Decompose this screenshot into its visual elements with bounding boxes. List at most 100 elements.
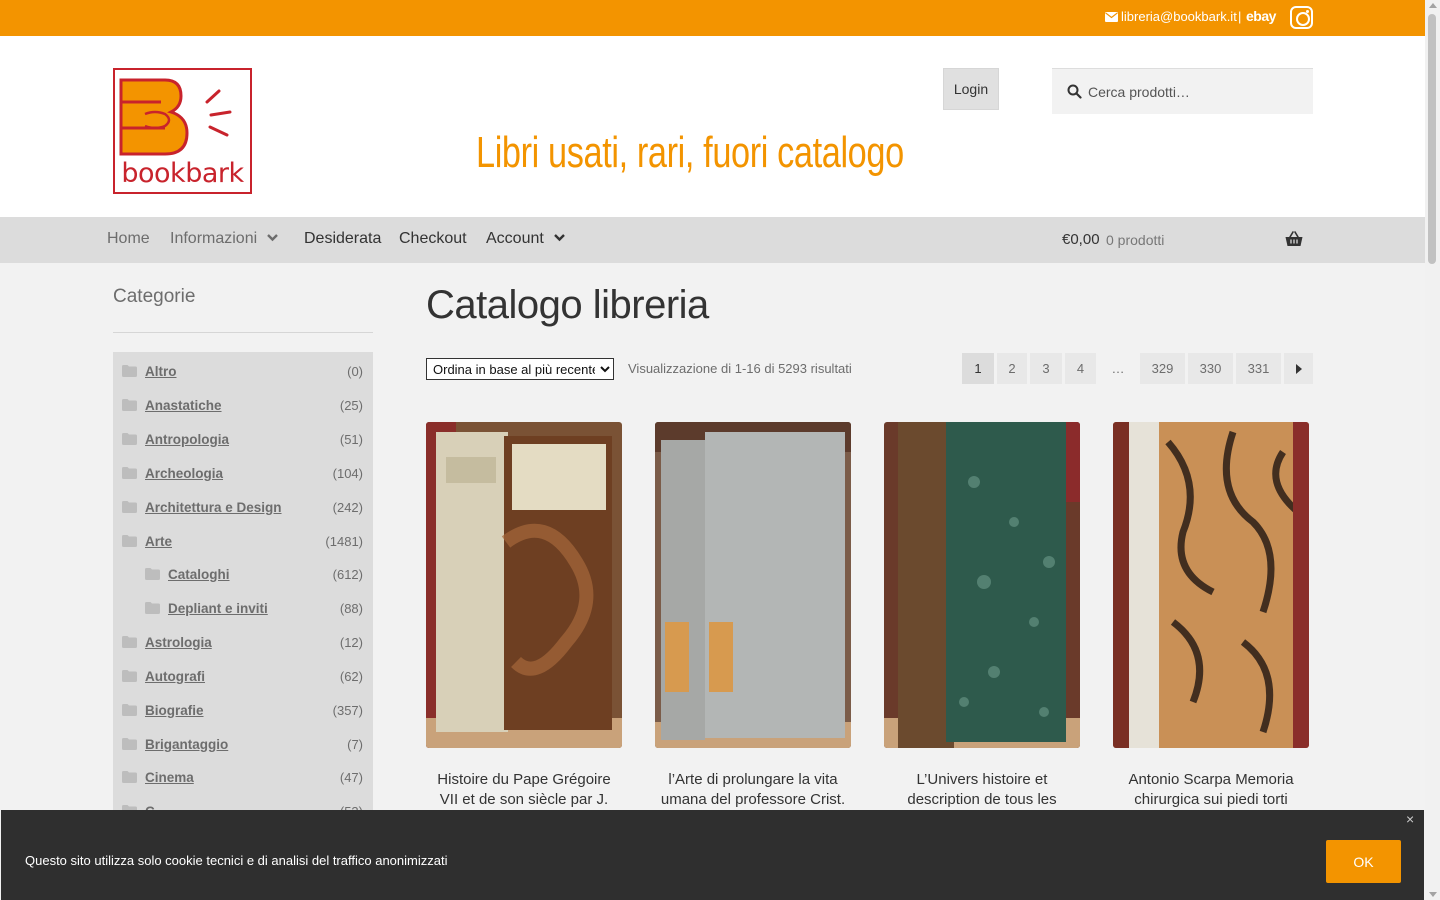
category-item[interactable]: Autografi (62) bbox=[113, 664, 373, 688]
folder-icon bbox=[122, 670, 137, 682]
product-card[interactable]: Histoire du Pape Grégoire VII et de son … bbox=[426, 422, 622, 830]
category-name[interactable]: Archeologia bbox=[145, 466, 223, 481]
product-image[interactable] bbox=[884, 422, 1080, 748]
pagination-ellipsis: … bbox=[1111, 361, 1125, 376]
pagination-page-330[interactable]: 330 bbox=[1188, 353, 1233, 384]
scroll-down-icon[interactable] bbox=[1429, 892, 1437, 897]
category-count: (7) bbox=[347, 736, 363, 752]
category-count: (51) bbox=[339, 431, 363, 447]
scroll-up-icon[interactable] bbox=[1429, 3, 1437, 8]
cart-amount[interactable]: €0,00 bbox=[1062, 231, 1100, 248]
product-image[interactable] bbox=[426, 422, 622, 748]
folder-icon bbox=[122, 535, 137, 547]
category-item[interactable]: Architettura e Design (242) bbox=[113, 495, 373, 519]
category-name[interactable]: Antropologia bbox=[145, 432, 229, 447]
nav-item-informazioni[interactable]: Informazioni bbox=[170, 230, 279, 248]
search-input[interactable] bbox=[1088, 83, 1288, 100]
category-item[interactable]: Biografie (357) bbox=[113, 698, 373, 722]
pagination-page-329[interactable]: 329 bbox=[1140, 353, 1185, 384]
cart-count[interactable]: 0 prodotti bbox=[1106, 232, 1164, 248]
category-count: (62) bbox=[339, 668, 363, 684]
folder-icon bbox=[122, 636, 137, 648]
subcategory-item[interactable]: Depliant e inviti (88) bbox=[113, 596, 373, 620]
category-item[interactable]: Altro (0) bbox=[113, 359, 373, 383]
nav-item-label: Account bbox=[486, 230, 544, 247]
category-item[interactable]: Cinema (47) bbox=[113, 765, 373, 789]
pagination-page-2[interactable]: 2 bbox=[997, 353, 1027, 384]
page-title: Catalogo libreria bbox=[426, 283, 709, 327]
category-count: (25) bbox=[339, 397, 363, 413]
category-name[interactable]: Cataloghi bbox=[168, 567, 230, 582]
category-count: (357) bbox=[332, 702, 363, 718]
pagination-page-4[interactable]: 4 bbox=[1065, 353, 1096, 384]
category-item[interactable]: Arte (1481) bbox=[113, 529, 373, 553]
pagination-page-331[interactable]: 331 bbox=[1236, 353, 1281, 384]
category-name[interactable]: Astrologia bbox=[145, 635, 212, 650]
login-button[interactable]: Login bbox=[943, 68, 999, 110]
product-title[interactable]: Antonio Scarpa Memoria chirurgica sui pi… bbox=[1113, 770, 1309, 810]
folder-icon bbox=[122, 433, 137, 445]
nav-item-desiderata[interactable]: Desiderata bbox=[304, 230, 381, 248]
email-link[interactable]: libreria@bookbark.it bbox=[1105, 9, 1237, 24]
product-image[interactable] bbox=[1113, 422, 1309, 748]
category-name[interactable]: Anastatiche bbox=[145, 398, 222, 413]
category-name[interactable]: Autografi bbox=[145, 669, 205, 684]
scrollbar-thumb[interactable] bbox=[1428, 14, 1436, 264]
category-count: (242) bbox=[332, 499, 363, 515]
nav-item-home[interactable]: Home bbox=[107, 230, 150, 248]
pagination-page-3[interactable]: 3 bbox=[1030, 353, 1062, 384]
category-name[interactable]: Cinema bbox=[145, 770, 194, 785]
category-name[interactable]: Biografie bbox=[145, 703, 204, 718]
subcategory-item[interactable]: Cataloghi (612) bbox=[113, 562, 373, 586]
category-count: (0) bbox=[347, 363, 363, 379]
folder-icon bbox=[122, 467, 137, 479]
email-text: libreria@bookbark.it bbox=[1121, 9, 1237, 24]
envelope-icon bbox=[1105, 11, 1118, 22]
folder-icon bbox=[122, 501, 137, 513]
category-name[interactable]: Depliant e inviti bbox=[168, 601, 268, 616]
category-name[interactable]: Arte bbox=[145, 534, 172, 549]
site-logo[interactable]: bookbark bbox=[113, 68, 252, 194]
cookie-message: Questo sito utilizza solo cookie tecnici… bbox=[25, 853, 448, 868]
folder-icon bbox=[122, 738, 137, 750]
category-item[interactable]: Anastatiche (25) bbox=[113, 393, 373, 417]
ebay-link[interactable]: ebay bbox=[1246, 8, 1276, 24]
product-card[interactable]: Antonio Scarpa Memoria chirurgica sui pi… bbox=[1113, 422, 1309, 810]
sidebar-title: Categorie bbox=[113, 286, 196, 307]
nav-item-label: Checkout bbox=[399, 230, 467, 247]
category-item[interactable]: Brigantaggio (7) bbox=[113, 732, 373, 756]
folder-icon bbox=[122, 399, 137, 411]
product-search bbox=[1052, 68, 1313, 114]
basket-icon[interactable] bbox=[1285, 231, 1303, 247]
pagination-page-1[interactable]: 1 bbox=[962, 353, 994, 384]
sort-select[interactable]: Ordina in base al più recente bbox=[426, 358, 614, 380]
product-title[interactable]: L’Univers histoire et description de tou… bbox=[884, 770, 1080, 810]
category-item[interactable]: Antropologia (51) bbox=[113, 427, 373, 451]
logo-mark-icon bbox=[119, 78, 232, 156]
category-list: Altro (0) Anastatiche (25) Antropologia … bbox=[113, 352, 373, 822]
product-title[interactable]: l’Arte di prolungare la vita umana del p… bbox=[655, 770, 851, 810]
site-header: bookbark Libri usati, rari, fuori catalo… bbox=[0, 36, 1425, 217]
nav-item-checkout[interactable]: Checkout bbox=[399, 230, 467, 248]
page: libreria@bookbark.it | ebay bookbark Lib… bbox=[0, 0, 1425, 900]
instagram-icon[interactable] bbox=[1290, 6, 1313, 29]
sidebar-divider bbox=[113, 332, 373, 333]
product-card[interactable]: L’Univers histoire et description de tou… bbox=[884, 422, 1080, 810]
category-count: (612) bbox=[332, 566, 363, 582]
close-icon[interactable]: × bbox=[1406, 811, 1414, 827]
product-image[interactable] bbox=[655, 422, 851, 748]
book-photo-voigt bbox=[426, 422, 622, 748]
book-photo-arte bbox=[655, 422, 851, 748]
cookie-ok-button[interactable]: OK bbox=[1326, 840, 1401, 883]
category-item[interactable]: Archeologia (104) bbox=[113, 461, 373, 485]
category-name[interactable]: Architettura e Design bbox=[145, 500, 282, 515]
book-photo-univers bbox=[884, 422, 1080, 748]
page-scrollbar[interactable] bbox=[1425, 0, 1440, 900]
header-tagline: Libri usati, rari, fuori catalogo bbox=[476, 128, 904, 177]
category-name[interactable]: Altro bbox=[145, 364, 177, 379]
pagination-next-button[interactable] bbox=[1284, 353, 1313, 384]
nav-item-account[interactable]: Account bbox=[486, 230, 565, 248]
category-item[interactable]: Astrologia (12) bbox=[113, 630, 373, 654]
product-card[interactable]: l’Arte di prolungare la vita umana del p… bbox=[655, 422, 851, 810]
category-name[interactable]: Brigantaggio bbox=[145, 737, 228, 752]
